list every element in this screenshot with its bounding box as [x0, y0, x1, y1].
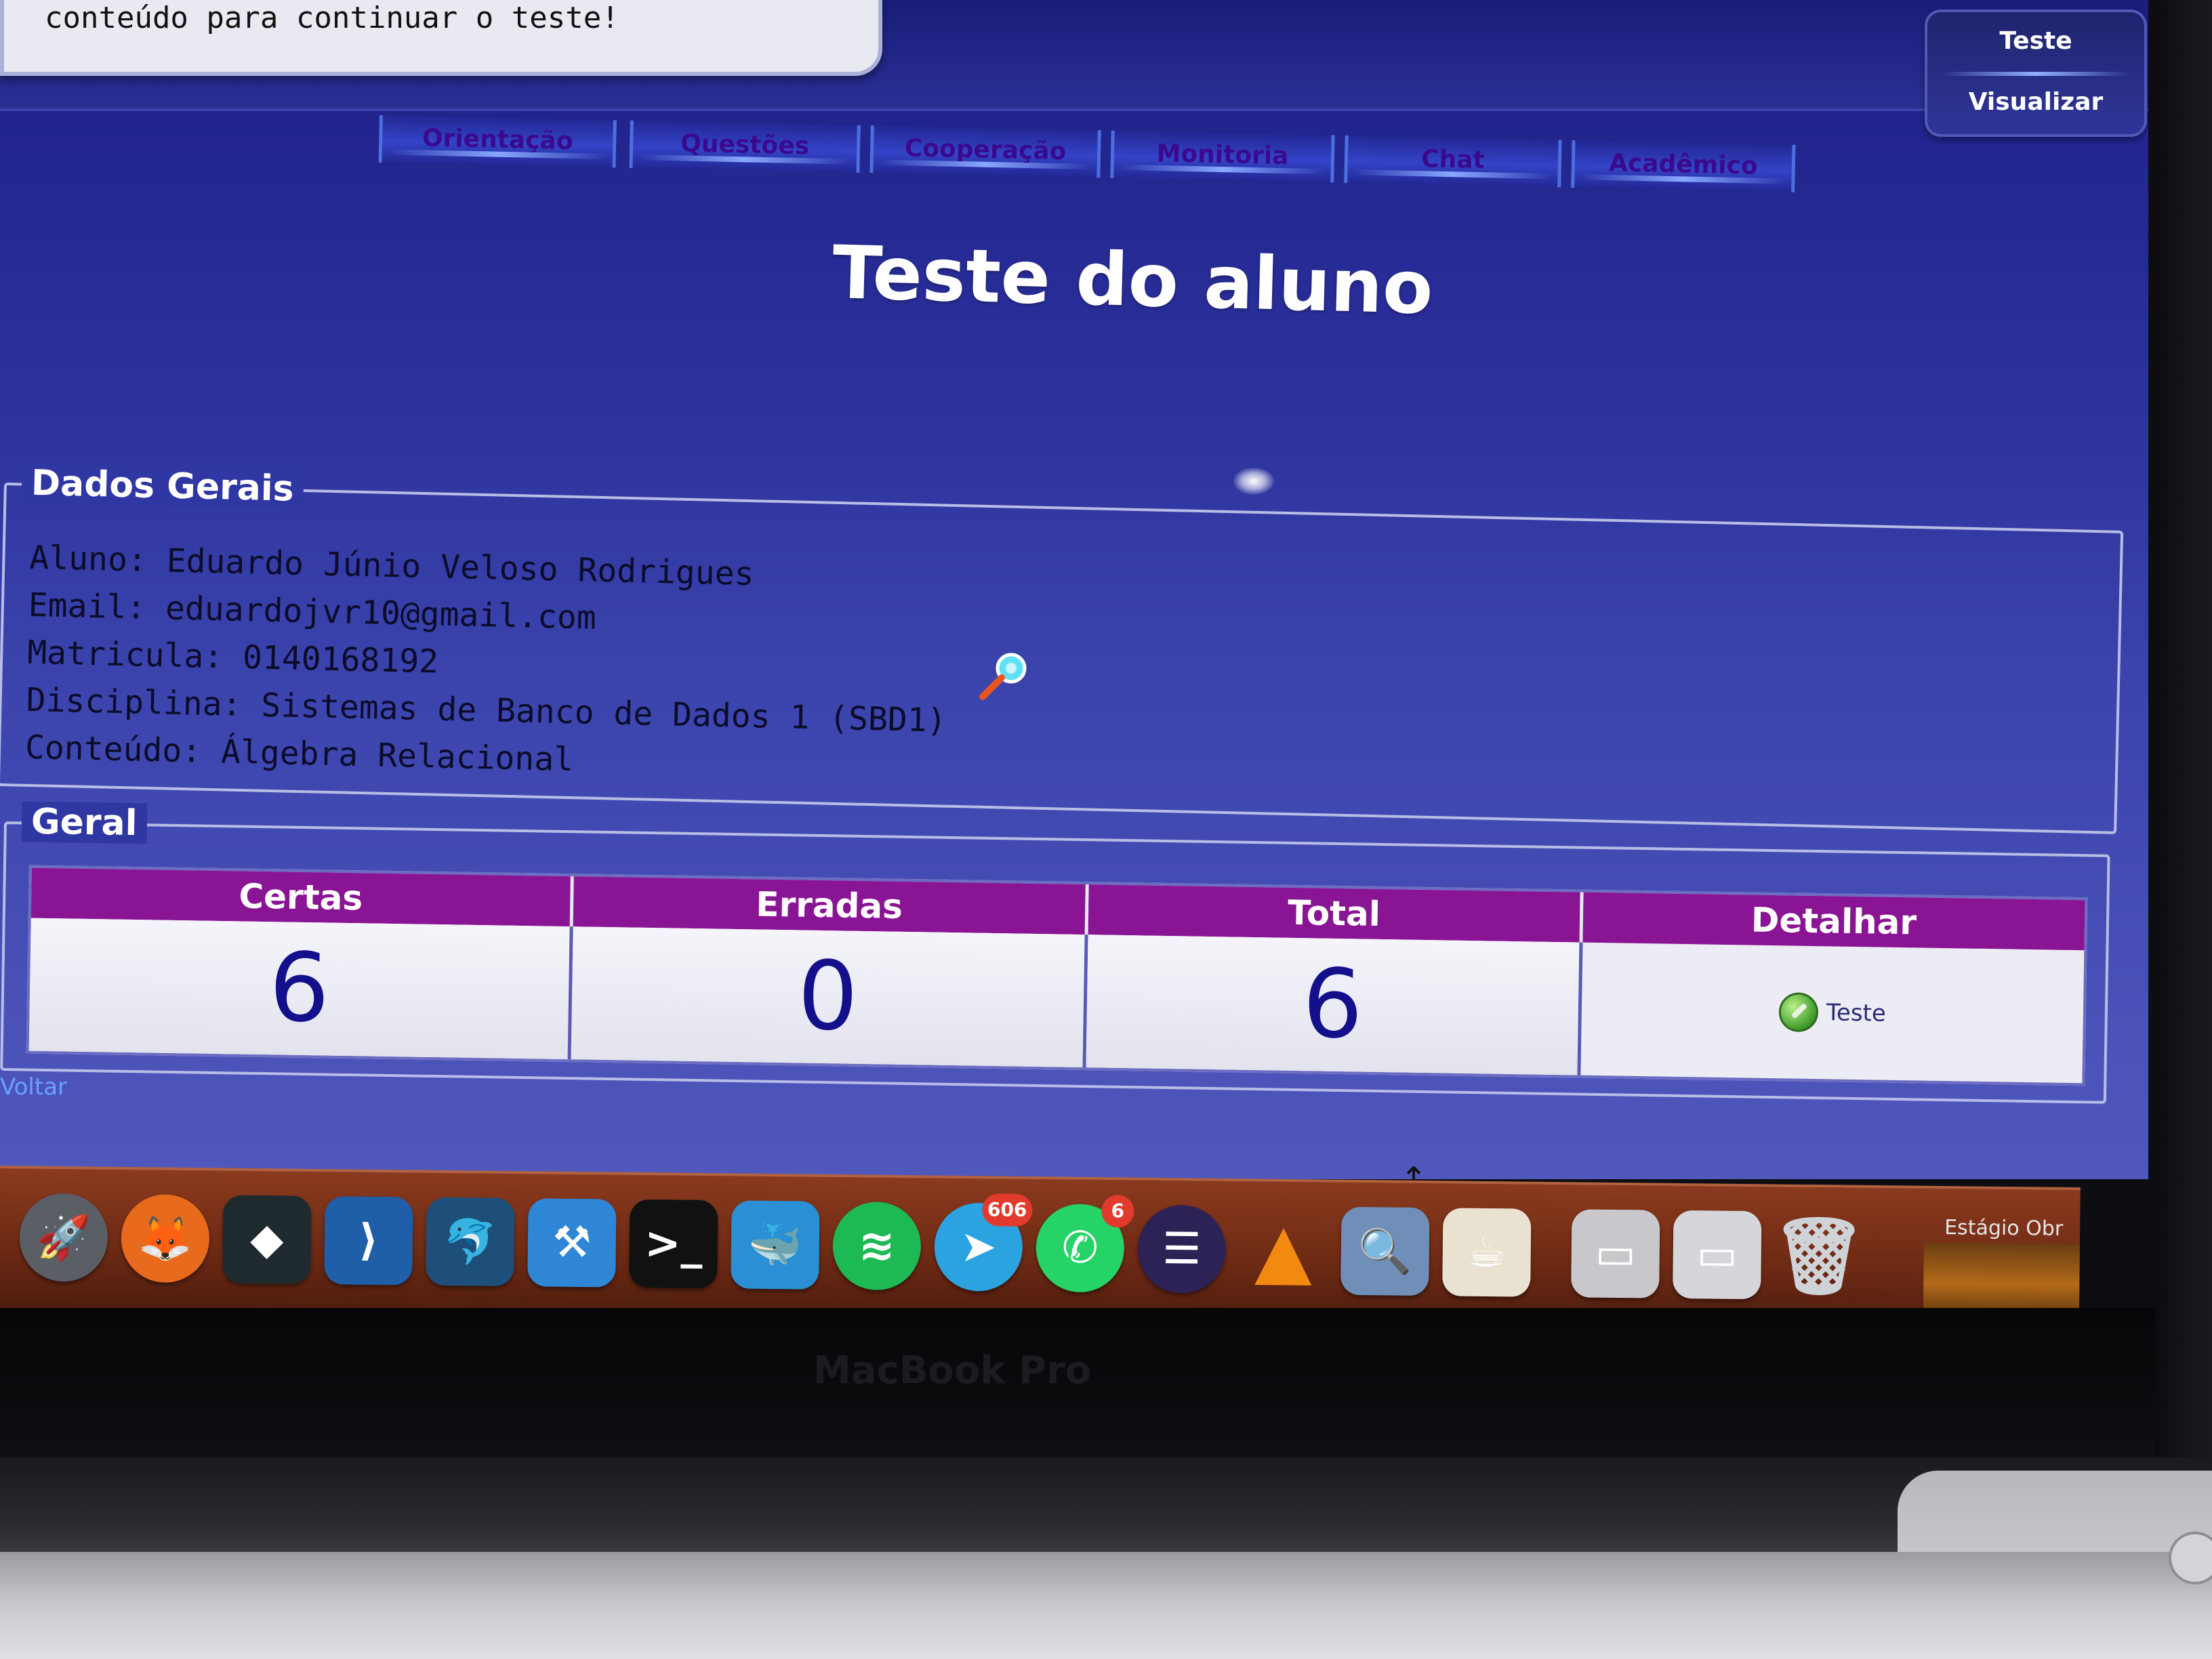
vlc-icon[interactable]: ▲	[1239, 1206, 1328, 1294]
preview-icon[interactable]: 🔍	[1340, 1206, 1430, 1296]
terminal-icon[interactable]: >_	[629, 1199, 718, 1289]
web-page: conteúdo para continuar o teste! Teste V…	[0, 0, 2148, 1198]
spotify-icon[interactable]: ≋	[832, 1201, 922, 1291]
terminal-glyph: >_	[644, 1218, 703, 1269]
xcode-icon[interactable]: ⚒	[527, 1198, 617, 1288]
minimized-window-label: Estágio Obr	[1944, 1216, 2064, 1241]
tab-cooperacao[interactable]: Cooperação	[869, 125, 1101, 178]
magnifier-cursor-icon	[976, 651, 1030, 705]
downloads-stack-glyph: ▭	[1595, 1228, 1637, 1279]
docker-icon[interactable]: 🐳	[731, 1200, 820, 1290]
email-line: Email: eduardojvr10@gmail.com	[28, 586, 597, 637]
geral-legend: Geral	[21, 801, 147, 844]
detail-wrench-icon	[1778, 992, 1819, 1033]
nav-tabs: Orientação Questões Cooperação Monitoria…	[377, 115, 1796, 240]
detalhar-header: Detalhar	[1582, 892, 2085, 951]
side-menu-divider	[1941, 72, 2131, 76]
laptop-hinge	[0, 1457, 2212, 1552]
launchpad-glyph: 🚀	[36, 1212, 91, 1263]
vscode-glyph: ⟩	[358, 1215, 379, 1266]
telegram-badge: 606	[981, 1193, 1033, 1227]
mysql-workbench-icon[interactable]: 🐬	[426, 1197, 515, 1286]
tab-orientacao[interactable]: Orientação	[378, 115, 617, 168]
firefox-glyph: 🦊	[138, 1213, 193, 1265]
notice-text: conteúdo para continuar o teste!	[45, 1, 619, 35]
filmora-glyph: ◆	[249, 1214, 284, 1265]
total-value: 6	[1086, 935, 1583, 1076]
geral-fieldset: Geral Certas Erradas Total Detalhar 6 0 …	[0, 801, 2110, 1104]
trash-glyph: 🗑	[1771, 1211, 1867, 1300]
tab-chat[interactable]: Chat	[1344, 135, 1562, 188]
vlc-glyph: ▲	[1254, 1206, 1313, 1294]
spotify-glyph: ≋	[858, 1221, 896, 1271]
preview-glyph: 🔍	[1357, 1226, 1413, 1277]
dados-gerais-legend: Dados Gerais	[21, 462, 304, 510]
erradas-header: Erradas	[573, 876, 1089, 935]
trash-icon[interactable]: 🗑	[1771, 1211, 1867, 1300]
erradas-value: 0	[571, 926, 1088, 1068]
documents-stack-glyph: ▭	[1696, 1229, 1738, 1280]
eclipse-glyph: ☰	[1162, 1223, 1202, 1275]
firefox-icon[interactable]: 🦊	[121, 1193, 210, 1284]
java-icon[interactable]: ☕	[1442, 1208, 1532, 1297]
certas-value: 6	[28, 918, 573, 1060]
aluno-line: Aluno: Eduardo Júnio Veloso Rodrigues	[28, 538, 755, 594]
tab-monitoria[interactable]: Monitoria	[1110, 130, 1335, 183]
dados-gerais-fieldset: Dados Gerais Aluno: Eduardo Júnio Veloso…	[0, 462, 2124, 834]
notice-box: conteúdo para continuar o teste!	[0, 0, 882, 76]
screen-glare	[1233, 468, 1274, 495]
detalhar-teste-label: Teste	[1826, 999, 1887, 1027]
voltar-link[interactable]: Voltar	[0, 1073, 67, 1101]
eclipse-icon[interactable]: ☰	[1137, 1204, 1227, 1294]
side-menu-visualizar[interactable]: Visualizar	[1927, 88, 2144, 116]
certas-header: Certas	[30, 867, 574, 927]
whatsapp-icon[interactable]: ✆ 6	[1036, 1195, 1134, 1293]
page-title: Teste do aluno	[831, 230, 1435, 331]
docker-glyph: 🐳	[747, 1220, 803, 1271]
screen: conteúdo para continuar o teste! Teste V…	[0, 0, 2212, 1659]
whatsapp-glyph: ✆	[1061, 1223, 1099, 1273]
conteudo-line: Conteúdo: Álgebra Relacional	[24, 728, 574, 779]
bezel-label: MacBook Pro	[813, 1349, 1092, 1393]
tab-academico[interactable]: Acadêmico	[1571, 140, 1796, 192]
vscode-icon[interactable]: ⟩	[324, 1196, 413, 1286]
results-table: Certas Erradas Total Detalhar 6 0 6 Test…	[26, 865, 2088, 1086]
telegram-icon[interactable]: ➤ 606	[934, 1193, 1033, 1292]
laptop-base	[0, 1552, 2212, 1659]
side-menu-teste[interactable]: Teste	[1927, 27, 2144, 55]
whatsapp-badge: 6	[1101, 1195, 1134, 1228]
xcode-glyph: ⚒	[552, 1217, 592, 1269]
matricula-line: Matricula: 0140168192	[26, 633, 439, 681]
documents-stack-icon[interactable]: ▭	[1673, 1210, 1762, 1300]
tab-questoes[interactable]: Questões	[629, 120, 861, 173]
mysql-workbench-glyph: 🐬	[443, 1216, 498, 1268]
telegram-glyph: ➤	[960, 1221, 998, 1273]
detalhar-teste-link[interactable]: Teste	[1580, 943, 2084, 1084]
total-header: Total	[1088, 884, 1584, 943]
side-menu: Teste Visualizar	[1925, 9, 2147, 137]
downloads-stack-icon[interactable]: ▭	[1571, 1209, 1660, 1298]
java-glyph: ☕	[1467, 1227, 1507, 1278]
filmora-icon[interactable]: ◆	[222, 1195, 312, 1284]
bezel-right-edge	[2155, 0, 2212, 1491]
launchpad-icon[interactable]: 🚀	[19, 1193, 108, 1282]
